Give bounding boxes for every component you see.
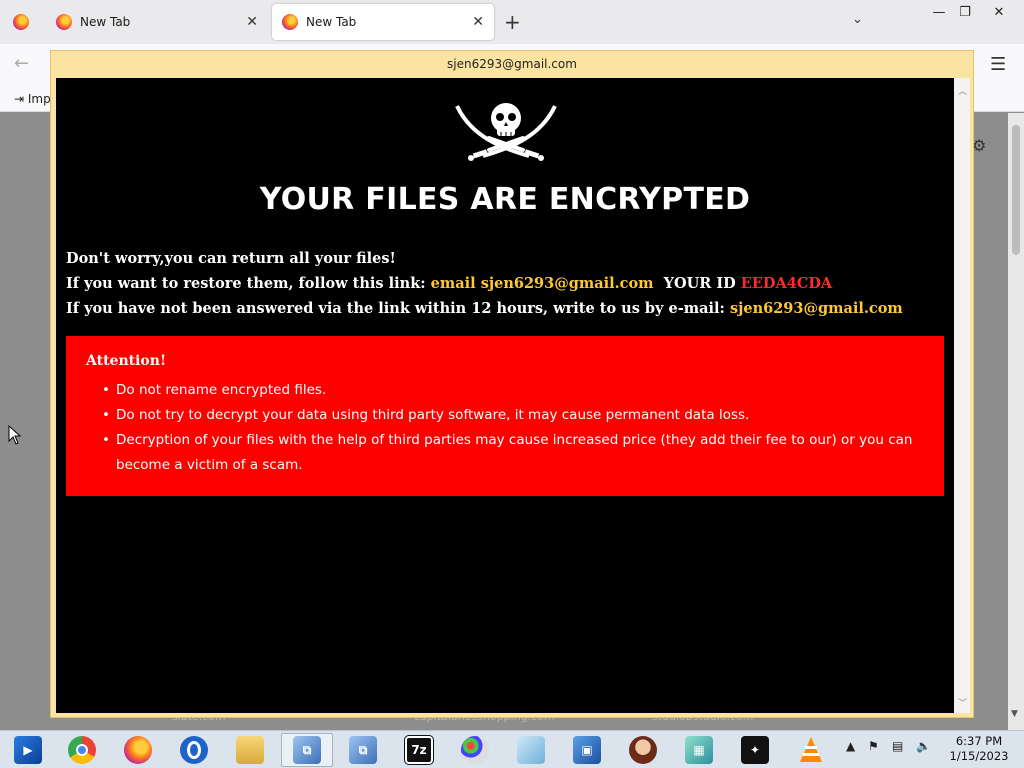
browser-tab[interactable]: New Tab ✕ [46,4,268,40]
cube-app-icon: ▦ [685,736,713,764]
network-setup-icon: ⧉ [293,736,321,764]
fallback-contact-line: If you have not been answered via the li… [66,300,946,317]
network-setup-icon: ⧉ [349,736,377,764]
restore-instructions-line: If you want to restore them, follow this… [66,275,946,292]
firefox-icon [124,736,152,764]
scroll-down-icon[interactable]: ﹀ [958,696,967,709]
taskbar-7zip[interactable]: 7z [393,733,445,767]
tab-label: New Tab [80,15,131,29]
close-window-icon[interactable]: ✕ [984,0,1014,24]
chrome-icon [68,736,96,764]
taskbar: ▶ ⧉ ⧉ 7z ▣ ▦ ✦ ▲ ⚑ ▤ 🔈 6:37 PM 1/15/2023 [0,730,1024,768]
taskbar-cube-app[interactable]: ▦ [673,733,725,767]
clock-date: 1/15/2023 [949,749,1009,763]
victim-id: EEDA4CDA [740,275,833,292]
ransom-note-body: YOUR FILES ARE ENCRYPTED Don't worry,you… [56,78,954,713]
reassurance-line: Don't worry,you can return all your file… [66,250,396,267]
tab-label: New Tab [306,15,357,29]
new-tab-icon[interactable]: + [504,10,521,34]
headline: YOUR FILES ARE ENCRYPTED [259,182,751,217]
taskbar-file-explorer[interactable] [224,733,276,767]
attention-item: Do not try to decrypt your data using th… [86,403,944,428]
opera-icon [180,736,208,764]
chevron-down-icon[interactable]: ⌄ [852,12,863,27]
notepad-icon [517,736,545,764]
fallback-email: sjen6293@gmail.com [729,300,903,317]
firefox-icon [282,14,298,30]
taskbar-paint[interactable] [449,733,501,767]
media-player-icon: ▶ [14,736,42,764]
attention-list: Do not rename encrypted files. Do not tr… [86,378,944,478]
taskbar-remote-desktop[interactable]: ▣ [561,733,613,767]
7zip-icon: 7z [404,735,434,765]
ransom-note-window: sjen6293@gmail.com YOUR FILES ARE ENCRYP… [50,50,974,718]
taskbar-network-setup-2[interactable]: ⧉ [337,733,389,767]
restore-prefix: If you want to restore them, follow this… [66,275,426,292]
taskbar-portrait-app[interactable] [617,733,669,767]
back-arrow-icon[interactable]: ← [14,53,29,74]
scrollbar-thumb[interactable] [1012,125,1020,255]
network-icon[interactable]: ▤ [892,739,903,753]
taskbar-network-setup-1[interactable]: ⧉ [281,733,333,767]
contact-email: email sjen6293@gmail.com [430,275,654,292]
gear-icon[interactable]: ⚙ [972,136,986,155]
attention-item: Decryption of your files with the help o… [86,428,944,478]
browser-tabstrip: New Tab ✕ New Tab ✕ + ⌄ — ❐ ✕ [0,0,1024,44]
taskbar-chrome[interactable] [56,733,108,767]
attention-title: Attention! [86,353,167,369]
maximize-icon[interactable]: ❐ [950,0,980,24]
hamburger-menu-icon[interactable]: ☰ [990,54,1006,75]
id-label: YOUR ID [663,275,736,292]
taskbar-shuriken-app[interactable]: ✦ [729,733,781,767]
fallback-prefix: If you have not been answered via the li… [66,300,725,317]
firefox-icon [13,14,29,30]
firefox-view-button[interactable] [0,4,42,40]
portrait-app-icon [629,736,657,764]
remote-desktop-icon: ▣ [573,736,601,764]
import-icon: ⇥ [14,92,25,106]
window-title: sjen6293@gmail.com [447,57,577,71]
clock-time: 6:37 PM [955,734,1003,748]
firefox-icon [56,14,72,30]
taskbar-opera[interactable] [168,733,220,767]
action-center-flag-icon[interactable]: ⚑ [868,739,879,753]
scroll-down-icon[interactable]: ▼ [1011,709,1018,719]
taskbar-notepad[interactable] [505,733,557,767]
close-icon[interactable]: ✕ [472,14,484,30]
attention-box: Attention! Do not rename encrypted files… [66,336,944,496]
browser-scrollbar[interactable]: ▼ [1008,113,1024,730]
mouse-cursor-icon [8,425,22,445]
close-icon[interactable]: ✕ [246,14,258,30]
skull-crossed-swords-icon [455,103,557,161]
shuriken-app-icon: ✦ [741,736,769,764]
scroll-up-icon[interactable]: ︿ [958,84,967,97]
volume-icon[interactable]: 🔈 [916,739,931,753]
import-label: Imp [27,92,51,106]
paint-icon [461,736,489,764]
attention-item: Do not rename encrypted files. [86,378,944,403]
taskbar-vlc[interactable] [785,733,837,767]
system-clock[interactable]: 6:37 PM 1/15/2023 [944,734,1014,764]
import-bookmarks-button[interactable]: ⇥ Imp [14,92,51,106]
7zip-label: 7z [411,743,427,757]
show-hidden-icons[interactable]: ▲ [846,739,855,753]
vlc-icon [797,736,825,764]
note-scrollbar[interactable]: ︿ ﹀ [954,78,970,713]
browser-tab-active[interactable]: New Tab ✕ [272,4,494,40]
file-explorer-icon [236,736,264,764]
taskbar-firefox[interactable] [112,733,164,767]
taskbar-media-player[interactable]: ▶ [2,733,54,767]
